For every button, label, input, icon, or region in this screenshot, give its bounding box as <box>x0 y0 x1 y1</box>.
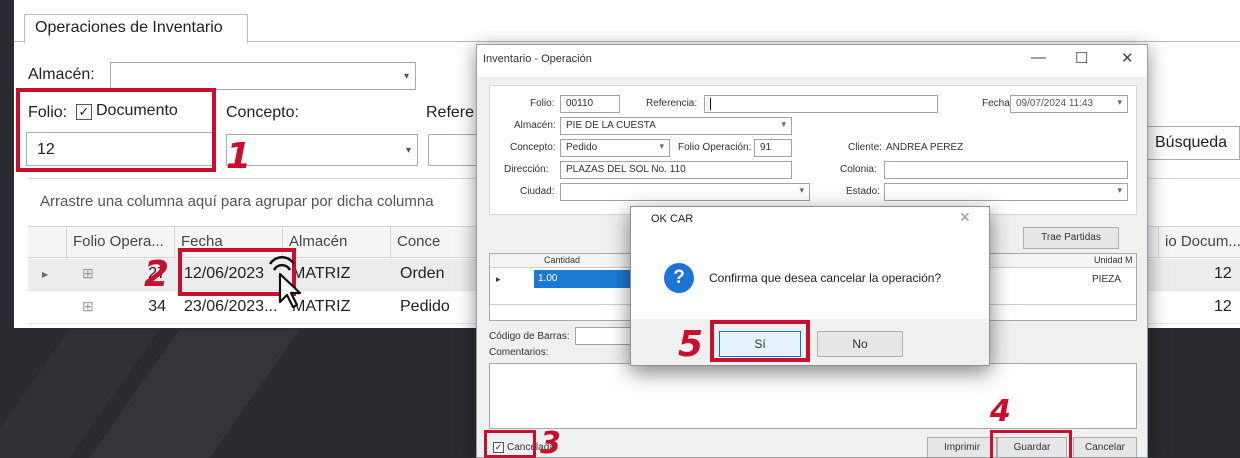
cell-concepto: Orden <box>400 265 445 282</box>
click-cursor-icon <box>268 255 302 309</box>
chevron-down-icon: ▾ <box>403 71 409 82</box>
folio-operacion-label: Folio Operación: <box>678 142 752 153</box>
unidad-value: PIEZA <box>1092 274 1121 285</box>
almacen-select[interactable]: PIE DE LA CUESTA ▾ <box>560 117 792 135</box>
almacen-value: PIE DE LA CUESTA <box>566 120 656 131</box>
row-pointer-icon: ▸ <box>42 267 49 281</box>
estado-label: Estado: <box>846 186 880 197</box>
dialog-titlebar: Inventario - Operación — ☐ ✕ <box>477 45 1147 77</box>
step-number: 4 <box>990 394 1011 429</box>
column-unidad[interactable]: Unidad M <box>1094 255 1133 265</box>
highlight-guardar <box>990 430 1072 458</box>
chevron-down-icon: ▾ <box>1117 185 1122 195</box>
tab-strip: Operaciones de Inventario <box>14 0 1240 43</box>
fecha-label: Fecha: <box>982 98 1013 109</box>
almacen-label: Almacén: <box>514 120 556 131</box>
chevron-down-icon: ▾ <box>405 145 411 156</box>
chevron-down-icon: ▾ <box>799 185 804 195</box>
text-cursor <box>710 98 711 110</box>
concepto-select[interactable]: Pedido ▾ <box>560 139 670 157</box>
direccion-label: Dirección: <box>504 164 549 175</box>
concepto-label: Concepto: <box>510 142 556 153</box>
question-icon: ? <box>664 263 694 293</box>
maximize-icon[interactable]: ☐ <box>1075 49 1088 67</box>
concepto-label: Concepto: <box>226 104 299 121</box>
close-icon[interactable]: ✕ <box>959 209 971 226</box>
cell-documento: 12 <box>1214 265 1232 282</box>
ciudad-label: Ciudad: <box>520 186 555 197</box>
column-cantidad[interactable]: Cantidad <box>544 255 580 265</box>
comentarios-textarea[interactable] <box>489 363 1137 429</box>
step-number: 1 <box>226 136 252 177</box>
confirm-title: OK CAR <box>651 213 694 225</box>
referencia-field[interactable] <box>704 95 938 113</box>
group-hint: Arrastre una columna aquí para agrupar p… <box>40 193 434 210</box>
step-number: 3 <box>540 426 561 458</box>
no-button[interactable]: No <box>817 331 903 357</box>
row-pointer-icon: ▸ <box>496 274 501 284</box>
busqueda-button[interactable]: Búsqueda <box>1144 126 1240 160</box>
concepto-value: Pedido <box>566 142 598 153</box>
header-group: Folio: 00110 Referencia: Fecha: 09/07/20… <box>489 85 1137 215</box>
cell-folio: 34 <box>148 298 166 315</box>
dialog-title: Inventario - Operación <box>483 53 592 65</box>
fecha-field[interactable]: 09/07/2024 11:43 ▾ <box>1010 95 1128 113</box>
referencia-label: Referencia: <box>646 98 698 109</box>
almacen-select[interactable]: ▾ <box>110 62 416 90</box>
column-concepto[interactable]: Conce <box>390 227 480 259</box>
almacen-label: Almacén: <box>28 66 95 83</box>
direccion-field[interactable]: PLAZAS DEL SOL No. 110 <box>560 161 792 179</box>
chevron-down-icon: ▾ <box>781 119 786 129</box>
expand-icon[interactable]: ⊞ <box>76 259 100 291</box>
highlight-folio-documento <box>16 88 216 172</box>
step-number: 5 <box>678 324 704 365</box>
highlight-yes-button <box>710 320 810 362</box>
tab-operaciones-inventario[interactable]: Operaciones de Inventario <box>24 14 248 43</box>
chevron-down-icon: ▾ <box>659 141 664 151</box>
trae-partidas-button[interactable]: Trae Partidas <box>1023 227 1119 249</box>
folio-operacion-field[interactable]: 91 <box>754 139 792 157</box>
cancelar-button[interactable]: Cancelar <box>1073 437 1137 457</box>
close-icon[interactable]: ✕ <box>1121 49 1134 67</box>
highlight-cancelada <box>484 430 536 458</box>
estado-select[interactable]: ▾ <box>884 183 1128 201</box>
folio-field[interactable]: 00110 <box>560 95 620 113</box>
expand-icon[interactable]: ⊞ <box>76 292 100 324</box>
referencia-label: Refere <box>426 104 475 121</box>
minimize-icon[interactable]: — <box>1031 49 1046 66</box>
chevron-down-icon: ▾ <box>1117 97 1122 107</box>
cell-documento: 12 <box>1214 298 1232 315</box>
column-folio-documento[interactable]: io Docum... <box>1158 227 1240 259</box>
step-number: 2 <box>144 254 170 295</box>
cliente-value: ANDREA PEREZ <box>886 142 964 153</box>
cantidad-value: 1.00 <box>538 273 558 284</box>
cliente-label: Cliente: <box>848 142 882 153</box>
imprimir-button[interactable]: Imprimir <box>927 437 997 457</box>
comentarios-label: Comentarios: <box>489 347 549 358</box>
confirm-message: Confirma que desea cancelar la operación… <box>709 271 942 285</box>
concepto-select[interactable]: ▾ <box>226 134 418 166</box>
folio-label: Folio: <box>530 98 555 109</box>
cell-concepto: Pedido <box>400 298 450 315</box>
codigo-barras-field[interactable] <box>575 327 635 345</box>
codigo-barras-label: Código de Barras: <box>489 331 570 342</box>
colonia-field[interactable] <box>884 161 1128 179</box>
colonia-label: Colonia: <box>840 164 877 175</box>
fecha-value: 09/07/2024 11:43 <box>1016 98 1094 109</box>
ciudad-select[interactable]: ▾ <box>560 183 810 201</box>
